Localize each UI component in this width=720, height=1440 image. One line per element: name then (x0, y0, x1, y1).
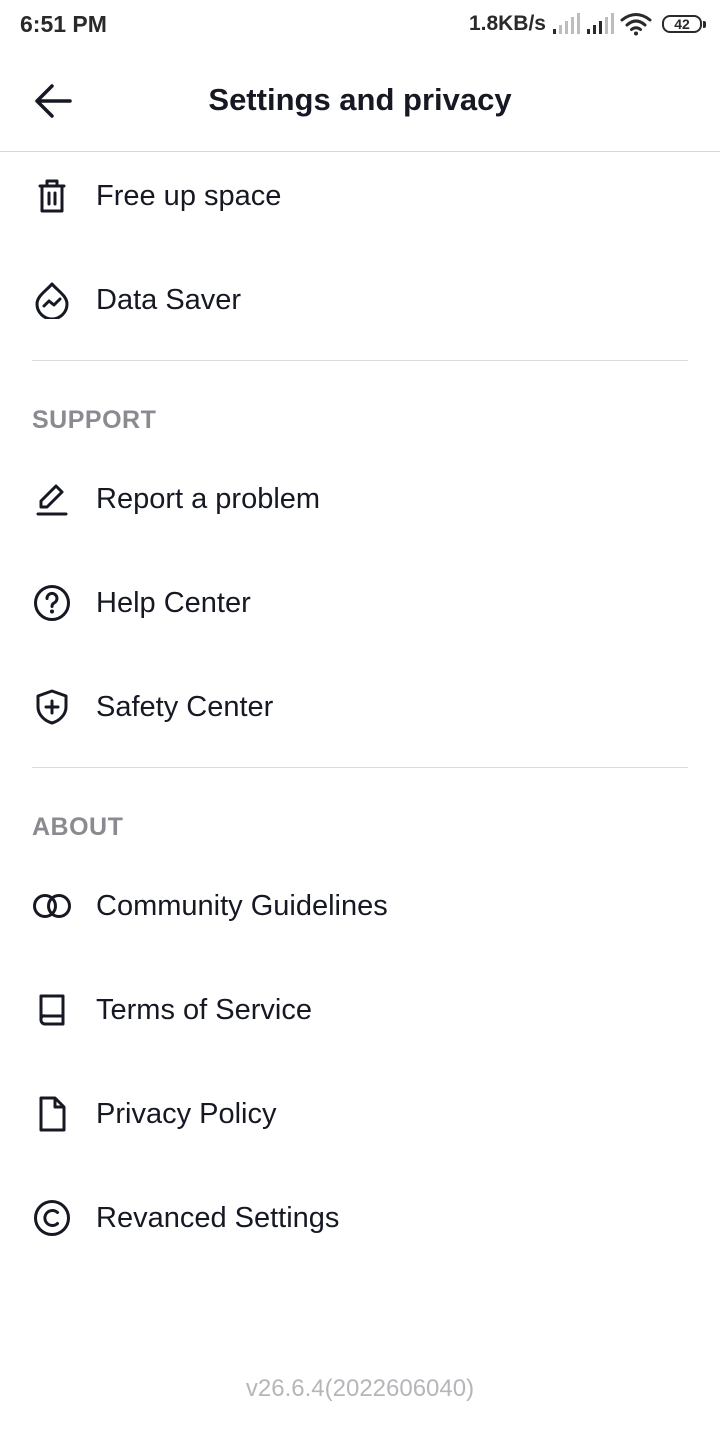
menu-item-help-center[interactable]: Help Center (0, 551, 720, 655)
menu-item-label: Community Guidelines (96, 890, 388, 922)
status-bar: 6:51 PM 1.8KB/s 42 (0, 0, 720, 48)
menu-item-data-saver[interactable]: Data Saver (0, 248, 720, 352)
signal-icon (552, 13, 580, 35)
menu-item-label: Report a problem (96, 483, 321, 515)
app-version: v26.6.4(2022606040) (245, 1375, 475, 1402)
pencil-icon (32, 479, 72, 519)
section-header-about: ABOUT (32, 813, 124, 841)
menu-item-label: Privacy Policy (96, 1098, 277, 1130)
question-circle-icon (32, 583, 72, 623)
book-icon (32, 990, 72, 1030)
copyright-icon (32, 1198, 72, 1238)
page-title: Settings and privacy (208, 82, 512, 117)
document-icon (32, 1094, 72, 1134)
menu-item-label: Safety Center (96, 691, 274, 723)
menu-item-revanced-settings[interactable]: Revanced Settings (0, 1166, 720, 1270)
app-header: Settings and privacy (0, 48, 720, 152)
data-drop-icon (32, 280, 72, 320)
section-header-support: SUPPORT (32, 406, 157, 434)
shield-plus-icon (32, 687, 72, 727)
menu-item-label: Data Saver (96, 284, 242, 316)
menu-item-label: Revanced Settings (96, 1202, 340, 1234)
menu-item-report-problem[interactable]: Report a problem (0, 447, 720, 551)
section-divider (32, 360, 688, 361)
status-indicators: 1.8KB/s 42 (468, 10, 706, 38)
menu-item-safety-center[interactable]: Safety Center (0, 655, 720, 759)
menu-item-community-guidelines[interactable]: Community Guidelines (0, 854, 720, 958)
signal-icon (586, 13, 614, 35)
status-time: 6:51 PM (20, 11, 107, 37)
menu-item-label: Terms of Service (96, 994, 312, 1026)
menu-item-free-up-space[interactable]: Free up space (0, 144, 720, 248)
battery-indicator: 42 (662, 15, 706, 33)
interlocking-circles-icon (32, 886, 72, 926)
menu-item-terms-of-service[interactable]: Terms of Service (0, 958, 720, 1062)
network-speed: 1.8KB/s (468, 12, 546, 35)
menu-item-privacy-policy[interactable]: Privacy Policy (0, 1062, 720, 1166)
section-divider (32, 767, 688, 768)
menu-item-label: Help Center (96, 587, 251, 619)
trash-icon (32, 176, 72, 216)
menu-item-label: Free up space (96, 180, 282, 212)
wifi-icon (620, 12, 652, 36)
